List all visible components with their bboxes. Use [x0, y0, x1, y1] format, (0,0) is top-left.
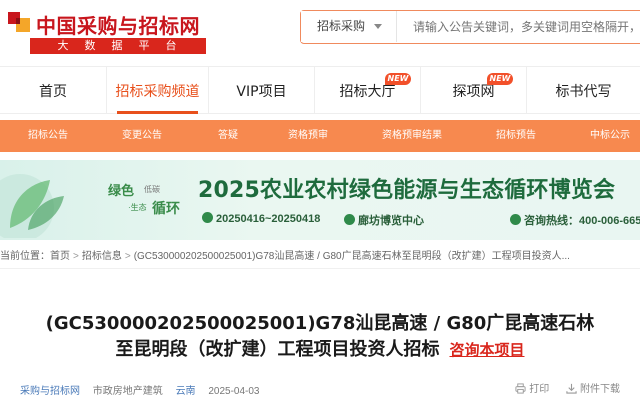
print-button[interactable]: 打印 — [515, 383, 552, 395]
logo-title: 中国采购与招标网 — [36, 14, 200, 38]
search-category-select[interactable]: 招标采购 — [301, 11, 397, 42]
project-title-line2-wrap: 至昆明段（改扩建）工程项目投资人招标 咨询本项目 — [20, 337, 620, 363]
sub-nav-tender-notice[interactable]: 招标公告 — [28, 120, 68, 152]
project-title-line1: (GC530000202500025001)G78汕昆高速 / G80广昆高速石… — [45, 313, 595, 334]
nav-item-label: 首页 — [39, 84, 67, 100]
search-input[interactable] — [401, 11, 640, 42]
banner-phone-text: 咨询热线：400-006-6655 — [524, 215, 640, 227]
calendar-icon — [202, 212, 213, 223]
banner-dates: 20250416~20250418 — [202, 212, 320, 225]
breadcrumb-bidding-info[interactable]: 招标信息 — [82, 251, 122, 262]
banner-title: 2025农业农村绿色能源与生态循环博览会 — [198, 178, 616, 203]
sub-nav-change-notice[interactable]: 变更公告 — [122, 120, 162, 152]
sub-nav-prequalification-result[interactable]: 资格预审结果 — [382, 120, 442, 152]
new-badge: NEW — [385, 73, 411, 85]
banner-slogan-small1: 低碳 — [144, 185, 160, 194]
banner-phone: 咨询热线：400-006-6655 — [510, 212, 640, 228]
sub-nav-prequalification[interactable]: 资格预审 — [288, 120, 328, 152]
attachment-download-label: 附件下载 — [580, 384, 620, 395]
breadcrumb-prefix: 当前位置： — [0, 251, 50, 262]
sub-nav: 招标公告 变更公告 答疑 资格预审 资格预审结果 招标预告 中标公示 — [0, 120, 640, 152]
breadcrumb-separator: > — [73, 251, 79, 262]
nav-item-label: 标书代写 — [555, 84, 612, 100]
breadcrumb-separator: > — [124, 251, 131, 262]
attachment-download-button[interactable]: 附件下载 — [566, 383, 620, 395]
meta-region[interactable]: 云南 — [176, 386, 196, 397]
location-icon — [344, 214, 355, 225]
meta-date: 2025-04-03 — [208, 386, 260, 397]
nav-item-bidding-hall[interactable]: 招标大厅 NEW — [314, 67, 420, 114]
consult-project-link[interactable]: 咨询本项目 — [449, 341, 524, 359]
nav-item-tanxiang[interactable]: 探项网 NEW — [420, 67, 526, 114]
banner-slogan-line1: 绿色 — [108, 184, 135, 199]
logo-mark-icon — [8, 12, 30, 32]
nav-item-bid-writing[interactable]: 标书代写 — [526, 67, 640, 114]
sub-nav-tender-forecast[interactable]: 招标预告 — [496, 120, 536, 152]
nav-item-vip[interactable]: VIP项目 — [208, 67, 314, 114]
banner-slogan-small2: ·生态 — [128, 203, 147, 212]
printer-icon — [515, 383, 526, 394]
banner-slogan-line2: 循环 — [152, 201, 180, 217]
main-nav: 首页 招标采购频道 VIP项目 招标大厅 NEW 探项网 NEW 标书代写 — [0, 66, 640, 114]
meta-category: 市政房地产建筑 — [92, 386, 163, 397]
nav-item-label: 探项网 — [452, 84, 495, 100]
search-category-label: 招标采购 — [317, 19, 366, 33]
meta-source[interactable]: 采购与招标网 — [20, 386, 80, 397]
leaf-decoration-icon — [0, 174, 64, 238]
sub-nav-award-notice[interactable]: 中标公示 — [590, 120, 630, 152]
banner-venue-text: 廊坊博览中心 — [358, 215, 424, 227]
nav-item-label: 招标采购频道 — [115, 84, 200, 100]
print-label: 打印 — [529, 384, 550, 395]
nav-item-label: 招标大厅 — [339, 84, 396, 100]
project-title-line2: 至昆明段（改扩建）工程项目投资人招标 — [115, 339, 440, 360]
project-title: (GC530000202500025001)G78汕昆高速 / G80广昆高速石… — [20, 311, 620, 363]
project-detail: (GC530000202500025001)G78汕昆高速 / G80广昆高速石… — [0, 268, 640, 407]
breadcrumb-home[interactable]: 首页 — [50, 251, 70, 262]
project-actions: 打印 附件下载 — [501, 380, 620, 398]
promo-banner[interactable]: 绿色 低碳 ·生态 循环 2025农业农村绿色能源与生态循环博览会 202504… — [0, 160, 640, 240]
search-box: 招标采购 — [300, 10, 640, 44]
nav-item-label: VIP项目 — [236, 84, 287, 100]
site-header: 中国采购与招标网 大数据平台 招标采购 — [0, 0, 640, 56]
project-meta: 采购与招标网 市政房地产建筑 云南 2025-04-03 — [20, 382, 270, 398]
site-logo[interactable]: 中国采购与招标网 大数据平台 — [0, 4, 210, 54]
nav-item-home[interactable]: 首页 — [0, 67, 106, 114]
banner-dates-text: 20250416~20250418 — [216, 213, 321, 225]
sub-nav-qa[interactable]: 答疑 — [218, 120, 238, 152]
banner-venue: 廊坊博览中心 — [344, 212, 424, 228]
new-badge: NEW — [487, 73, 513, 85]
download-icon — [566, 383, 577, 394]
nav-item-bidding-channel[interactable]: 招标采购频道 — [106, 67, 208, 114]
breadcrumb: 当前位置：首页 > 招标信息 > (GC5300002025000250​01)G78汕… — [0, 247, 640, 265]
breadcrumb-current: (GC5300002025000250​01)G78汕昆高速 / G80广昆高速… — [133, 251, 570, 262]
logo-band: 大数据平台 — [30, 38, 206, 54]
phone-icon — [510, 214, 521, 225]
banner-slogan: 绿色 低碳 ·生态 循环 — [98, 180, 190, 224]
chevron-down-icon — [374, 24, 382, 29]
